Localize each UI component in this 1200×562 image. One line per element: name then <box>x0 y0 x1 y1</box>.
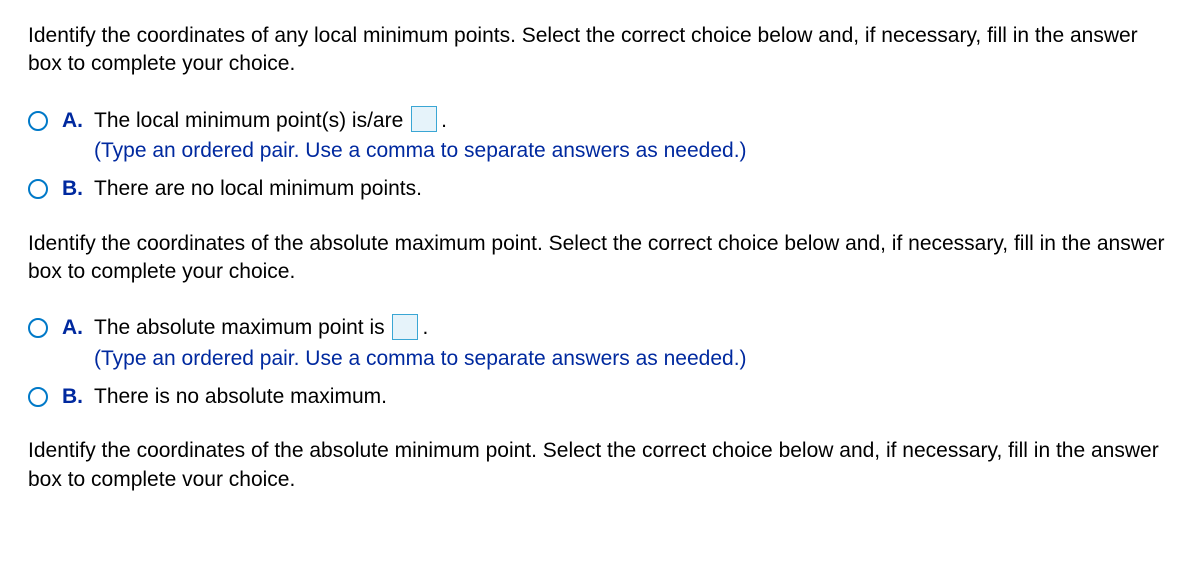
q1-body-a: The local minimum point(s) is/are . (Typ… <box>94 107 1172 166</box>
q1-prompt: Identify the coordinates of any local mi… <box>28 22 1172 79</box>
q1-choices: A. The local minimum point(s) is/are . (… <box>28 107 1172 204</box>
q1-radio-a[interactable] <box>28 111 48 131</box>
q1-choice-b-row: B. There are no local minimum points. <box>28 175 1172 203</box>
q2-body-a: The absolute maximum point is . (Type an… <box>94 314 1172 373</box>
q2-letter-b: B. <box>62 383 92 411</box>
q1-choice-a-row: A. The local minimum point(s) is/are . (… <box>28 107 1172 166</box>
q2-choice-b-row: B. There is no absolute maximum. <box>28 383 1172 411</box>
q2-hint-a: (Type an ordered pair. Use a comma to se… <box>94 345 1172 373</box>
q1-answer-box[interactable] <box>411 106 437 132</box>
q1-hint-a: (Type an ordered pair. Use a comma to se… <box>94 137 1172 165</box>
q1-body-b: There are no local minimum points. <box>94 175 1172 203</box>
q2-text-a: The absolute maximum point is . <box>94 316 428 339</box>
q1-text-b: There are no local minimum points. <box>94 177 422 200</box>
q2-text-b: There is no absolute maximum. <box>94 385 387 408</box>
q1-text-a: The local minimum point(s) is/are . <box>94 109 447 132</box>
q1-text-a-before: The local minimum point(s) is/are <box>94 109 409 132</box>
q2-radio-a[interactable] <box>28 318 48 338</box>
q2-choices: A. The absolute maximum point is . (Type… <box>28 314 1172 411</box>
q1-period-a: . <box>441 109 447 132</box>
q1-letter-b: B. <box>62 175 92 203</box>
q2-answer-box[interactable] <box>392 314 418 340</box>
q2-prompt: Identify the coordinates of the absolute… <box>28 230 1172 287</box>
q2-letter-a: A. <box>62 314 92 342</box>
q2-text-a-before: The absolute maximum point is <box>94 316 390 339</box>
q2-body-b: There is no absolute maximum. <box>94 383 1172 411</box>
q2-radio-b[interactable] <box>28 387 48 407</box>
q1-radio-b[interactable] <box>28 179 48 199</box>
q2-period-a: . <box>422 316 428 339</box>
q3-prompt: Identify the coordinates of the absolute… <box>28 437 1172 494</box>
q1-letter-a: A. <box>62 107 92 135</box>
q2-choice-a-row: A. The absolute maximum point is . (Type… <box>28 314 1172 373</box>
